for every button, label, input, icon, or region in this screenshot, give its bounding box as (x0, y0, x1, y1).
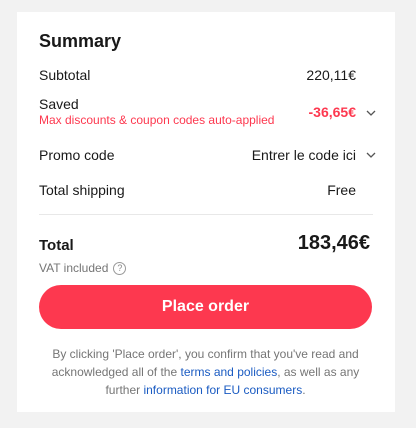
order-summary-card: Summary Subtotal 220,11€ Saved Max disco… (17, 12, 395, 412)
disclaimer-suffix: . (302, 383, 306, 397)
total-value: 183,46€ (297, 232, 370, 254)
chevron-down-icon[interactable] (365, 149, 377, 161)
promo-code-input[interactable]: Entrer le code ici (252, 147, 356, 163)
subtotal-value: 220,11€ (306, 67, 356, 83)
summary-title: Summary (39, 31, 122, 51)
terms-and-policies-link[interactable]: terms and policies (181, 365, 278, 379)
saved-value[interactable]: -36,65€ (309, 104, 356, 120)
promo-code-label: Promo code (39, 147, 115, 163)
saved-note: Max discounts & coupon codes auto-applie… (39, 113, 275, 127)
eu-consumer-info-link[interactable]: information for EU consumers (143, 383, 302, 397)
divider (39, 214, 373, 215)
saved-label: Saved (39, 96, 79, 112)
vat-info: VAT included ? (39, 261, 127, 275)
vat-label: VAT included (39, 261, 109, 275)
help-circle-icon[interactable]: ? (113, 261, 127, 275)
shipping-label: Total shipping (39, 182, 125, 198)
chevron-down-icon[interactable] (365, 107, 377, 119)
shipping-value: Free (327, 182, 356, 198)
place-order-button[interactable]: Place order (39, 285, 372, 329)
total-label: Total (39, 237, 74, 254)
disclaimer-text: By clicking 'Place order', you confirm t… (39, 345, 372, 399)
subtotal-label: Subtotal (39, 67, 91, 83)
